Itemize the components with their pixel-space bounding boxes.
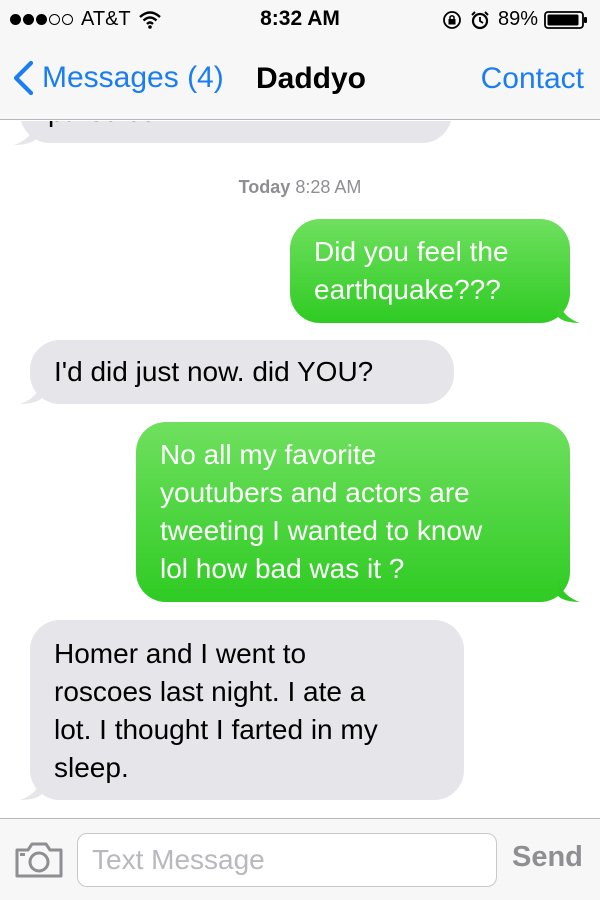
message-line: tweeting I wanted to know [160, 515, 483, 546]
message-text: No all my favorite youtubers and actors … [160, 436, 482, 588]
bubble-tail [558, 578, 580, 602]
contact-button[interactable]: Contact [481, 62, 584, 96]
bubble-tail [558, 299, 580, 323]
message-thread[interactable]: parodies. Today 8:28 AM Did you feel the… [0, 121, 600, 818]
back-to-messages-button[interactable]: Messages (4) [12, 60, 224, 96]
timestamp-day: Today [238, 177, 291, 197]
message-text: I'd did just now. did YOU? [54, 353, 373, 391]
message-line: lot. I thought I farted in my [54, 714, 378, 745]
message-line: Did you feel the [314, 236, 509, 267]
status-right: 89% [442, 8, 588, 31]
message-bubble-outgoing[interactable]: No all my favorite youtubers and actors … [136, 422, 570, 602]
message-text: Did you feel the earthquake??? [314, 233, 509, 309]
message-text: Homer and I went to roscoes last night. … [54, 635, 378, 787]
message-line: sleep. [54, 752, 129, 783]
battery-icon [544, 10, 587, 29]
message-bubble-incoming[interactable]: I'd did just now. did YOU? [30, 340, 454, 404]
message-input-placeholder: Text Message [92, 844, 265, 875]
message-text: parodies. [48, 121, 163, 131]
message-line: No all my favorite [160, 439, 377, 470]
message-line: Homer and I went to [54, 638, 307, 669]
message-line: I'd did just now. did YOU? [54, 356, 374, 387]
send-button[interactable]: Send [512, 841, 583, 874]
message-line: roscoes last night. I ate a [54, 676, 366, 707]
message-line: earthquake??? [314, 274, 501, 305]
message-line: parodies. [48, 121, 163, 131]
message-bubble-incoming[interactable]: Homer and I went to roscoes last night. … [30, 620, 464, 800]
battery-percentage: 89% [497, 8, 538, 30]
chevron-left-icon [13, 60, 34, 96]
rotation-lock-icon [443, 10, 461, 29]
navigation-bar: Messages (4) Daddyo Contact [0, 40, 600, 120]
message-composer: Text Message Send [0, 818, 600, 900]
timestamp-time: 8:28 AM [295, 177, 362, 197]
back-label: Messages (4) [42, 61, 224, 94]
conversation-title: Daddyo [256, 62, 367, 95]
alarm-icon [471, 10, 489, 29]
message-line: lol how bad was it ? [160, 553, 405, 584]
conversation-timestamp: Today 8:28 AM [0, 177, 600, 198]
status-bar: AT&T 8:32 AM 89% [0, 0, 600, 40]
bubble-tail [20, 776, 42, 800]
bubble-tail [20, 380, 42, 404]
message-input[interactable]: Text Message [77, 833, 497, 887]
bubble-tail [14, 121, 36, 145]
camera-icon[interactable] [14, 841, 64, 879]
message-bubble-incoming[interactable]: parodies. [20, 121, 452, 143]
message-bubble-outgoing[interactable]: Did you feel the earthquake??? [290, 219, 570, 323]
message-line: youtubers and actors are [160, 477, 470, 508]
